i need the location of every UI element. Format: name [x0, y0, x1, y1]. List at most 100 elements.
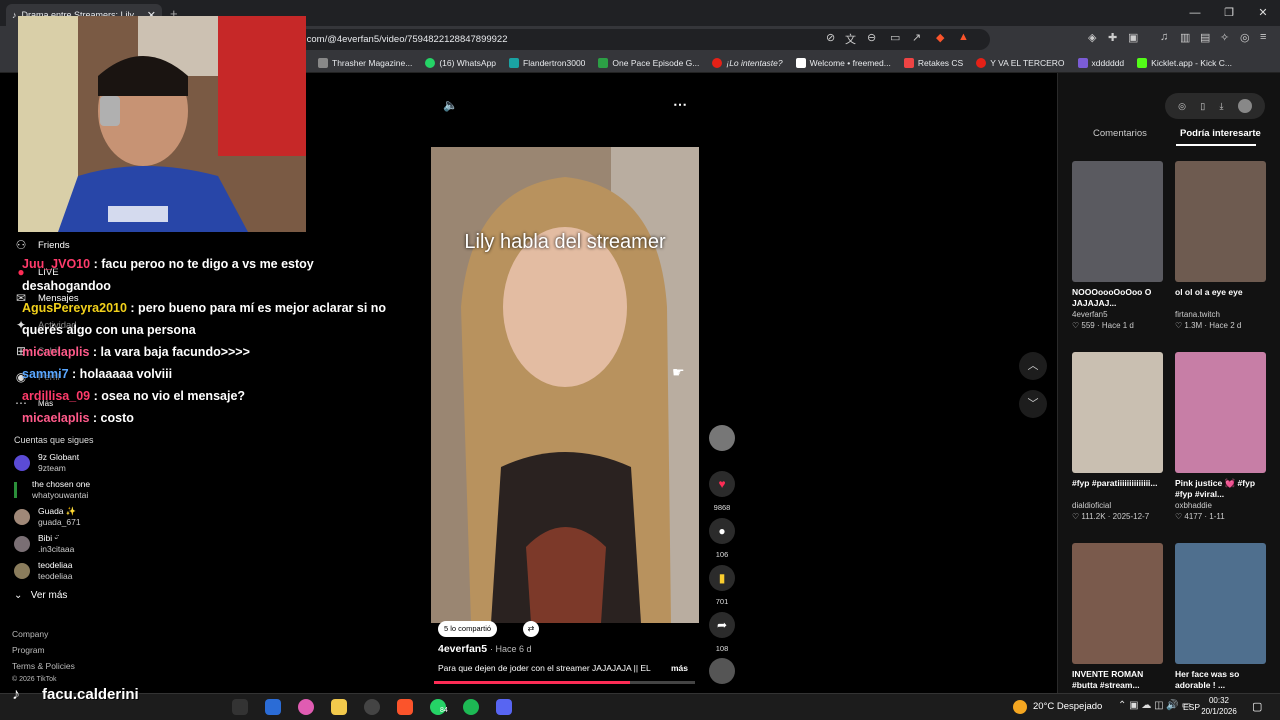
shared-by-badge[interactable]: 5 lo compartió [438, 621, 498, 637]
explorer-icon[interactable] [331, 699, 347, 715]
task-view-icon[interactable] [232, 699, 248, 715]
recommended-video-card[interactable]: ol ol ol a eye eye firtana.twitch ♡ 1.3M… [1175, 161, 1266, 330]
more-options-icon[interactable]: ⋯ [673, 96, 687, 113]
minimize-icon[interactable]: — [1178, 0, 1212, 26]
share-icon[interactable]: ↗ [912, 31, 921, 44]
sound-disc-icon[interactable] [709, 658, 735, 684]
menu-icon[interactable]: ≡ [1260, 31, 1266, 43]
brave-icon[interactable] [397, 699, 413, 715]
account-id: teodeliaa [38, 571, 73, 581]
following-account[interactable]: Bibi ᵕ̈ .in3citaaa [14, 533, 74, 554]
bookmark-kicklet[interactable]: Kicklet.app - Kick C... [1137, 57, 1232, 68]
bookmark-retakes[interactable]: Retakes CS [903, 57, 963, 68]
brave-shield-icon[interactable]: ◆ [936, 31, 944, 44]
puzzle-icon[interactable]: ✚ [1108, 31, 1117, 44]
repost-icon[interactable]: ⇄ [523, 621, 539, 637]
weather-icon [1013, 700, 1027, 714]
vpn-icon[interactable]: ◎ [1240, 31, 1250, 44]
bookmark-label: Flandertron3000 [523, 57, 586, 68]
like-icon[interactable]: ♥ [709, 471, 735, 497]
following-account[interactable]: 9z Globant 9zteam [14, 452, 79, 473]
discord-icon[interactable] [496, 699, 512, 715]
video-thumbnail [1072, 352, 1163, 473]
webcam-overlay [18, 16, 306, 232]
download-icon[interactable]: ⤓ [1220, 101, 1224, 112]
bookmark-icon[interactable]: ▮ [709, 565, 735, 591]
bookmark-freemed[interactable]: Welcome • freemed... [795, 57, 891, 68]
recommended-video-card[interactable]: Pink justice 💓 #fyp #fyp #viral... oxbha… [1175, 352, 1266, 521]
notifications-icon[interactable]: ▢ [1252, 700, 1262, 713]
comment-icon[interactable]: ● [709, 518, 735, 544]
bookmark-flandertron[interactable]: Flandertron3000 [509, 57, 586, 68]
recommended-video-card[interactable]: NOOOoooOoOoo O JAJAJAJ... 4everfan5 ♡ 55… [1072, 161, 1163, 330]
bookmark-tercero[interactable]: Y VA EL TERCERO [976, 57, 1065, 68]
restore-icon[interactable]: ❐ [1212, 0, 1246, 26]
tab-recommended[interactable]: Podría interesarte [1180, 128, 1261, 139]
bookmark-favicon-icon [1137, 57, 1148, 68]
video-thumbnail [1175, 161, 1266, 282]
tab-comments[interactable]: Comentarios [1093, 128, 1147, 139]
bookmark-lo-intentaste[interactable]: ¡Lo intentaste? [712, 57, 783, 68]
account-name: 9z Globant [38, 452, 80, 462]
recommended-video-card[interactable]: #fyp #paratiiiiiiiiiiiiii... dialdiofici… [1072, 352, 1163, 521]
bookmark-whatsapp[interactable]: (16) WhatsApp [425, 57, 496, 68]
bookmark-thrasher[interactable]: Thrasher Magazine... [318, 57, 412, 68]
card-title: NOOOoooOoOoo O JAJAJAJ... [1072, 287, 1152, 308]
avatar [14, 535, 30, 552]
clock[interactable]: 00:32 20/1/2026 [1199, 695, 1239, 717]
user-avatar[interactable] [1237, 99, 1252, 113]
account-id: .in3citaaa [38, 544, 75, 554]
recommended-video-card[interactable]: Her face was so adorable ! ... [1175, 543, 1266, 691]
bookmark-label: Y VA EL TERCERO [990, 57, 1065, 68]
wallet2-icon[interactable]: ▤ [1200, 31, 1210, 44]
video-author[interactable]: 4everfan5 · Hace 6 d [438, 643, 532, 655]
avatar [14, 454, 30, 471]
card-author: 4everfan5 [1072, 310, 1108, 319]
zoom-icon[interactable]: ⊖ [867, 31, 876, 44]
bookmark-xdddddd[interactable]: xdddddd [1077, 57, 1124, 68]
video-player[interactable]: Lily habla del streamer [431, 147, 699, 623]
sidebar-icon[interactable]: ▥ [1180, 31, 1190, 44]
next-video-button[interactable]: ﹀ [1019, 390, 1047, 418]
see-more-button[interactable]: ⌄ Ver más [14, 590, 67, 601]
spotify-icon[interactable] [463, 699, 479, 715]
tray-icons[interactable]: ⌃ ▣ ☁ ◫ 🔊 ▭ [1118, 700, 1191, 711]
footer-company[interactable]: Company [12, 629, 48, 639]
device-icon[interactable]: ▯ [1200, 101, 1205, 112]
following-account[interactable]: Guada ✨ guada_671 [14, 506, 81, 527]
nav-friends[interactable]: Friends [38, 240, 70, 251]
play-icon [795, 57, 806, 68]
account-id: guada_671 [38, 517, 81, 527]
description-more-button[interactable]: más [671, 663, 688, 673]
app-icon[interactable] [298, 699, 314, 715]
following-account[interactable]: the chosen one whatyouwantai [14, 479, 90, 500]
bookmark-label: One Pace Episode G... [612, 57, 700, 68]
footer-program[interactable]: Program [12, 645, 45, 655]
following-account[interactable]: teodeliaa teodeliaa [14, 560, 73, 581]
volume-icon[interactable]: 🔈 [443, 98, 458, 112]
recommended-video-card[interactable]: INVENTE ROMAN #butta #stream... [1072, 543, 1163, 691]
reader-icon[interactable]: ⊘ [826, 31, 835, 44]
close-window-icon[interactable]: ✕ [1246, 0, 1280, 26]
previous-video-button[interactable]: ︿ [1019, 352, 1047, 380]
compass-icon[interactable]: ◎ [1178, 101, 1186, 112]
bookmark-one-pace[interactable]: One Pace Episode G... [598, 57, 700, 68]
obs-icon[interactable] [364, 699, 380, 715]
creator-avatar[interactable] [709, 425, 735, 451]
ai-icon[interactable]: ✧ [1220, 31, 1229, 44]
brave-rewards-icon[interactable]: ▲ [958, 31, 969, 43]
window-controls: — ❐ ✕ [1178, 0, 1280, 26]
extension-shield-icon[interactable]: ◈ [1088, 31, 1096, 44]
chat-message: sammi7 : holaaaaa volviii [22, 363, 392, 385]
weather-text[interactable]: 20°C Despejado [1033, 701, 1102, 712]
wallet-icon[interactable]: ▣ [1128, 31, 1138, 44]
store-icon[interactable] [265, 699, 281, 715]
footer-terms[interactable]: Terms & Policies [12, 661, 75, 671]
translate-icon[interactable]: 文 [845, 31, 856, 47]
language-indicator[interactable]: ESP [1183, 702, 1200, 712]
media-icon[interactable]: ♫ [1160, 31, 1168, 43]
chat-message: ardillisa_09 : osea no vio el mensaje? [22, 385, 392, 407]
share-icon[interactable]: ➦ [709, 612, 735, 638]
cast-icon[interactable]: ▭ [890, 31, 900, 44]
card-meta: ♡ 1.3M · Hace 2 d [1175, 321, 1242, 330]
